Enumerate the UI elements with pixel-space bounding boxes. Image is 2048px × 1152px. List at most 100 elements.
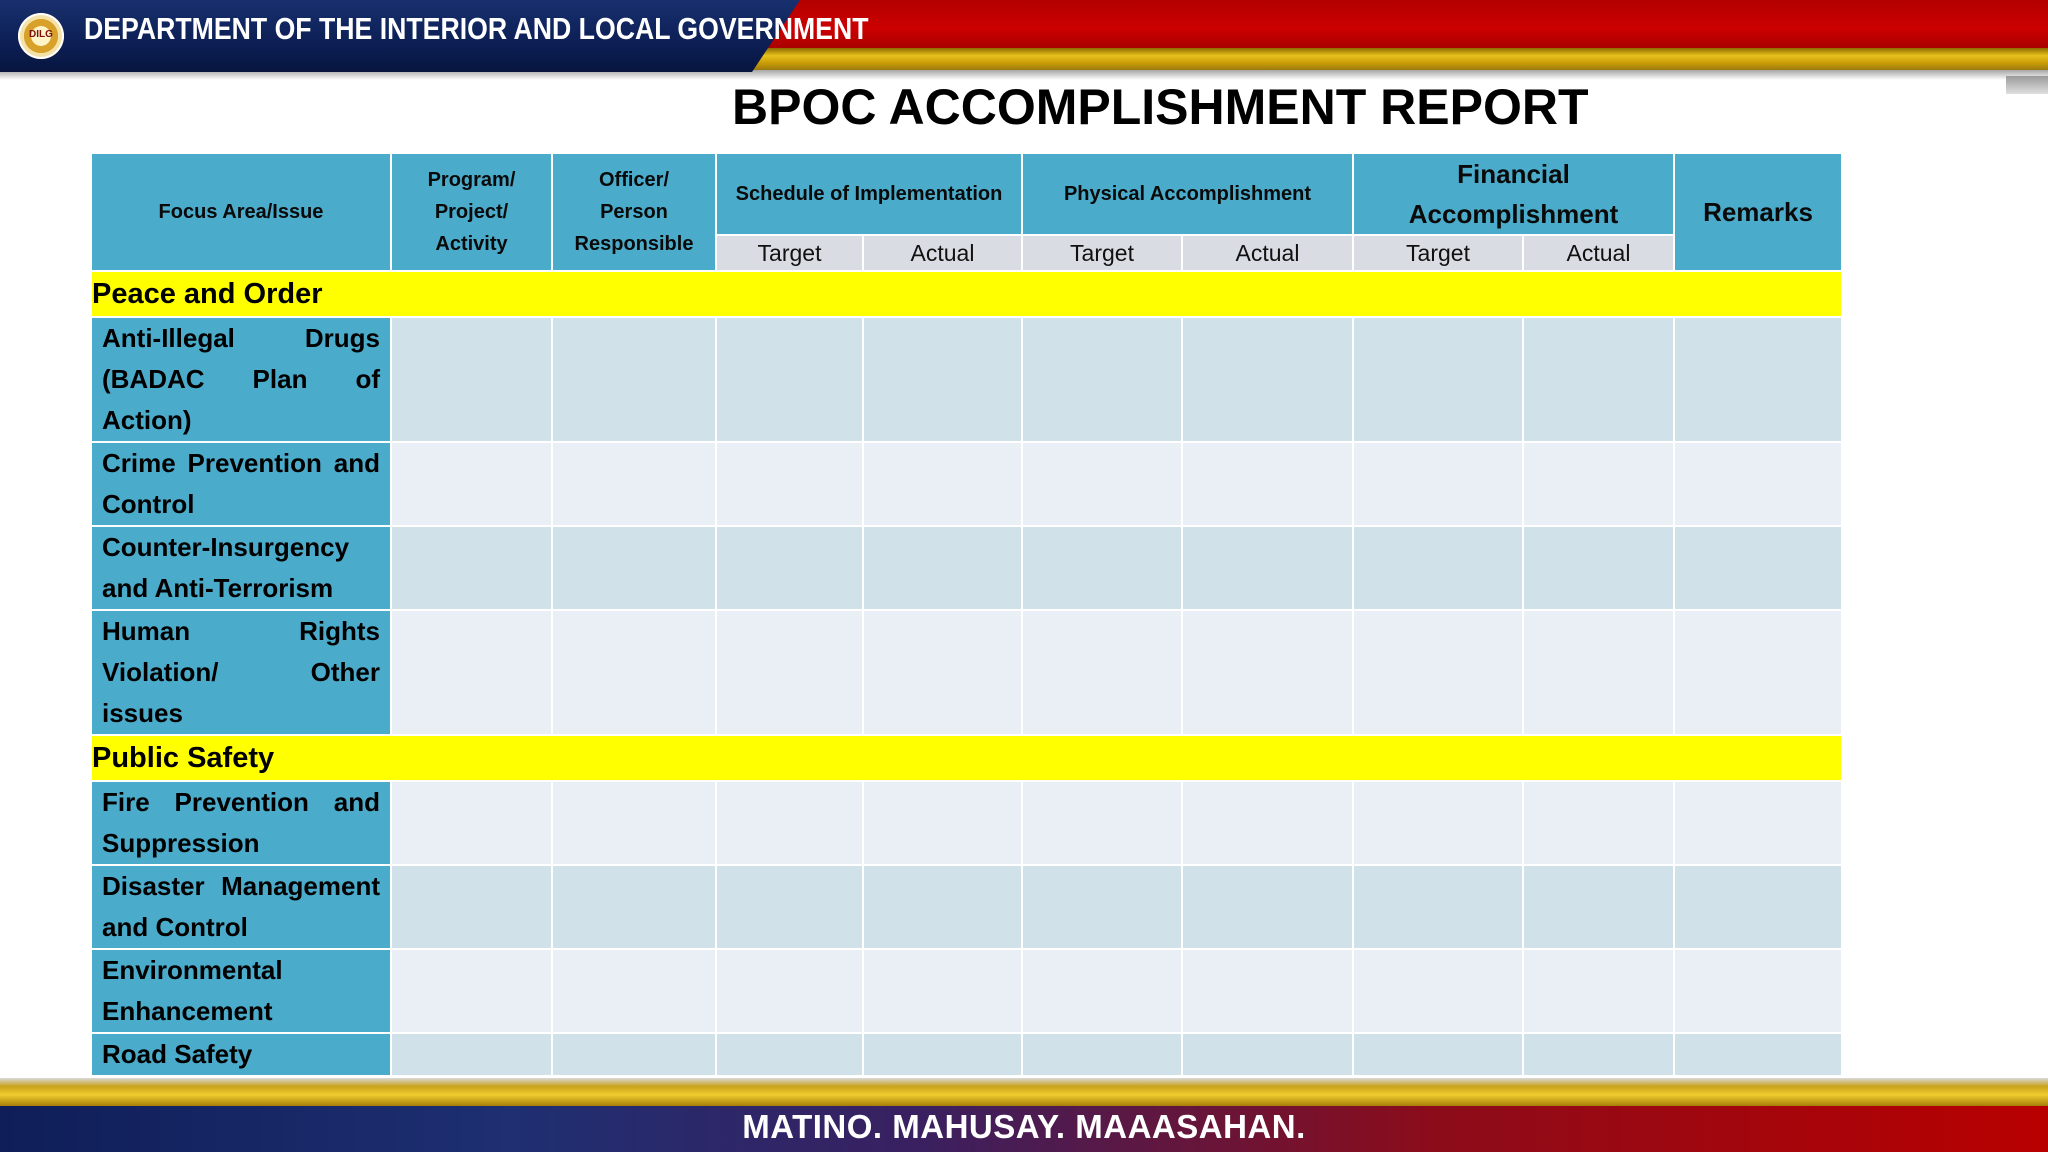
subheader-financial-target: Target — [1352, 234, 1524, 272]
focus-area-cell: Human Rights Violation/ Other issues — [90, 609, 392, 736]
schedule-actual-cell[interactable] — [862, 780, 1023, 866]
financial-actual-cell[interactable] — [1522, 1032, 1675, 1077]
physical-target-cell[interactable] — [1021, 780, 1183, 866]
schedule-target-cell[interactable] — [715, 441, 864, 527]
financial-target-cell[interactable] — [1352, 864, 1524, 950]
physical-actual-cell[interactable] — [1181, 948, 1354, 1034]
header-financial-line: Financial — [1457, 159, 1570, 189]
focus-area-cell: Fire Prevention and Suppression — [90, 780, 392, 866]
financial-target-cell[interactable] — [1352, 1032, 1524, 1077]
financial-actual-cell[interactable] — [1522, 316, 1675, 443]
header-program-line: Activity — [435, 233, 508, 255]
header-officer-line: Person — [600, 201, 668, 223]
header-officer-line: Responsible — [574, 233, 694, 255]
remarks-cell[interactable] — [1673, 316, 1843, 443]
financial-actual-cell[interactable] — [1522, 948, 1675, 1034]
footer-motto: MATINO. MAHUSAY. MAAASAHAN. — [742, 1108, 1306, 1145]
schedule-actual-cell[interactable] — [862, 948, 1023, 1034]
subheader-schedule-target: Target — [715, 234, 864, 272]
officer-cell[interactable] — [551, 948, 717, 1034]
physical-target-cell[interactable] — [1021, 1032, 1183, 1077]
schedule-actual-cell[interactable] — [862, 1032, 1023, 1077]
remarks-cell[interactable] — [1673, 864, 1843, 950]
schedule-actual-cell[interactable] — [862, 525, 1023, 611]
header-physical: Physical Accomplishment — [1021, 152, 1354, 236]
table-row: Disaster Management and Control — [90, 864, 1843, 950]
financial-actual-cell[interactable] — [1522, 441, 1675, 527]
physical-target-cell[interactable] — [1021, 609, 1183, 736]
footer-banner: MATINO. MAHUSAY. MAAASAHAN. — [0, 1078, 2048, 1152]
header-schedule: Schedule of Implementation — [715, 152, 1023, 236]
physical-actual-cell[interactable] — [1181, 1032, 1354, 1077]
schedule-target-cell[interactable] — [715, 525, 864, 611]
officer-cell[interactable] — [551, 441, 717, 527]
schedule-target-cell[interactable] — [715, 316, 864, 443]
program-cell[interactable] — [390, 609, 553, 736]
remarks-cell[interactable] — [1673, 1032, 1843, 1077]
schedule-target-cell[interactable] — [715, 609, 864, 736]
officer-cell[interactable] — [551, 316, 717, 443]
program-cell[interactable] — [390, 864, 553, 950]
schedule-actual-cell[interactable] — [862, 441, 1023, 527]
physical-target-cell[interactable] — [1021, 864, 1183, 950]
remarks-cell[interactable] — [1673, 525, 1843, 611]
physical-actual-cell[interactable] — [1181, 316, 1354, 443]
officer-cell[interactable] — [551, 609, 717, 736]
physical-target-cell[interactable] — [1021, 525, 1183, 611]
program-cell[interactable] — [390, 1032, 553, 1077]
remarks-cell[interactable] — [1673, 780, 1843, 866]
focus-area-cell: Anti-Illegal Drugs (BADAC Plan of Action… — [90, 316, 392, 443]
schedule-actual-cell[interactable] — [862, 864, 1023, 950]
program-cell[interactable] — [390, 316, 553, 443]
physical-actual-cell[interactable] — [1181, 525, 1354, 611]
physical-actual-cell[interactable] — [1181, 609, 1354, 736]
remarks-cell[interactable] — [1673, 441, 1843, 527]
header-officer: Officer/ Person Responsible — [551, 152, 717, 272]
program-cell[interactable] — [390, 780, 553, 866]
program-cell[interactable] — [390, 525, 553, 611]
financial-target-cell[interactable] — [1352, 948, 1524, 1034]
physical-actual-cell[interactable] — [1181, 441, 1354, 527]
schedule-actual-cell[interactable] — [862, 316, 1023, 443]
financial-actual-cell[interactable] — [1522, 609, 1675, 736]
physical-actual-cell[interactable] — [1181, 780, 1354, 866]
section-title: Peace and Order — [90, 270, 1843, 318]
department-title: DEPARTMENT OF THE INTERIOR AND LOCAL GOV… — [84, 11, 869, 46]
corner-tab — [2006, 76, 2048, 94]
financial-target-cell[interactable] — [1352, 780, 1524, 866]
schedule-target-cell[interactable] — [715, 780, 864, 866]
subheader-financial-actual: Actual — [1522, 234, 1675, 272]
officer-cell[interactable] — [551, 864, 717, 950]
physical-target-cell[interactable] — [1021, 441, 1183, 527]
footer-gold-stripe — [0, 1078, 2048, 1106]
remarks-cell[interactable] — [1673, 609, 1843, 736]
physical-actual-cell[interactable] — [1181, 864, 1354, 950]
physical-target-cell[interactable] — [1021, 316, 1183, 443]
financial-actual-cell[interactable] — [1522, 780, 1675, 866]
financial-target-cell[interactable] — [1352, 609, 1524, 736]
financial-target-cell[interactable] — [1352, 441, 1524, 527]
header-program: Program/ Project/ Activity — [390, 152, 553, 272]
financial-actual-cell[interactable] — [1522, 864, 1675, 950]
officer-cell[interactable] — [551, 780, 717, 866]
financial-target-cell[interactable] — [1352, 525, 1524, 611]
schedule-target-cell[interactable] — [715, 864, 864, 950]
top-banner: DILG DEPARTMENT OF THE INTERIOR AND LOCA… — [0, 0, 2048, 82]
header-financial-line: Accomplishment — [1408, 199, 1619, 229]
schedule-actual-cell[interactable] — [862, 609, 1023, 736]
schedule-target-cell[interactable] — [715, 1032, 864, 1077]
officer-cell[interactable] — [551, 525, 717, 611]
remarks-cell[interactable] — [1673, 948, 1843, 1034]
physical-target-cell[interactable] — [1021, 948, 1183, 1034]
table-row: Human Rights Violation/ Other issues — [90, 609, 1843, 736]
financial-actual-cell[interactable] — [1522, 525, 1675, 611]
financial-target-cell[interactable] — [1352, 316, 1524, 443]
subheader-physical-actual: Actual — [1181, 234, 1354, 272]
schedule-target-cell[interactable] — [715, 948, 864, 1034]
program-cell[interactable] — [390, 441, 553, 527]
focus-area-cell: Road Safety — [90, 1032, 392, 1077]
focus-area-cell: Disaster Management and Control — [90, 864, 392, 950]
program-cell[interactable] — [390, 948, 553, 1034]
dilg-seal-icon: DILG — [18, 13, 64, 59]
officer-cell[interactable] — [551, 1032, 717, 1077]
